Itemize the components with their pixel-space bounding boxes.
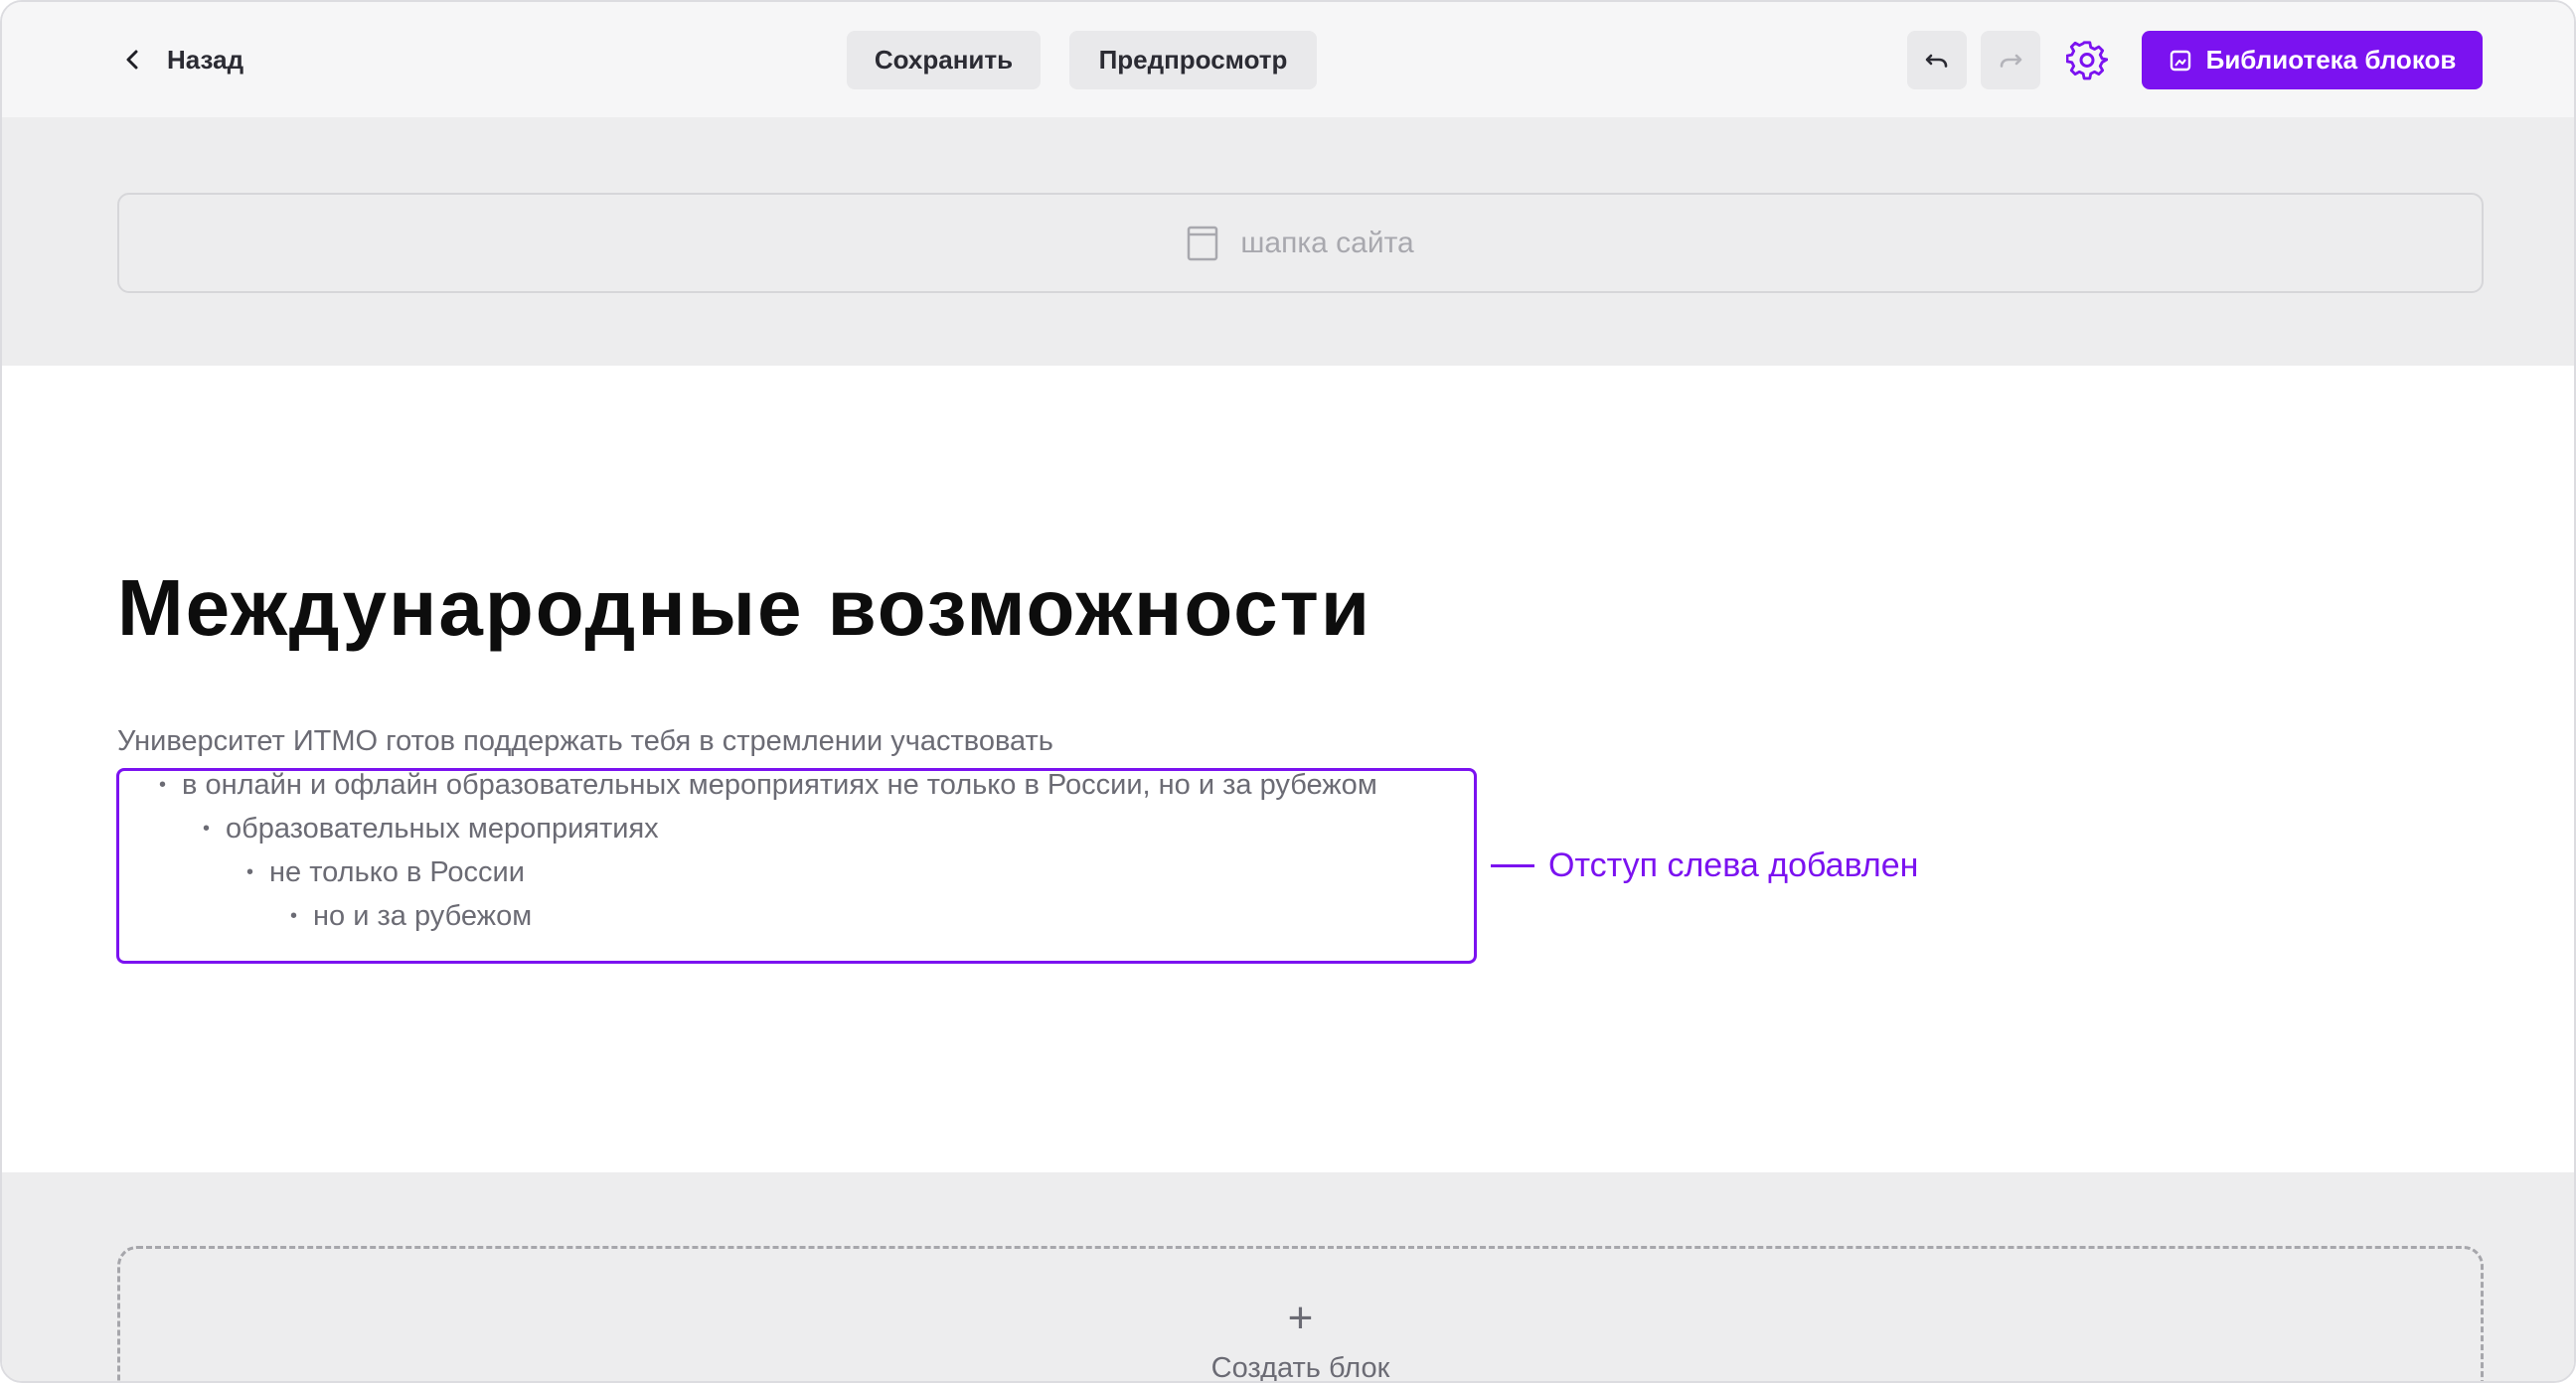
save-button[interactable]: Сохранить	[847, 31, 1041, 89]
chevron-left-icon	[126, 50, 138, 70]
back-button[interactable]: Назад	[121, 38, 243, 81]
redo-icon	[2000, 54, 2022, 68]
list-item[interactable]: • в онлайн и офлайн образовательных меро…	[159, 769, 1377, 802]
plus-icon: +	[1287, 1294, 1314, 1342]
list-item-text: образовательных мероприятиях	[226, 813, 659, 845]
undo-button[interactable]	[1907, 31, 1967, 89]
undo-icon	[1925, 54, 1948, 68]
bottom-area: + Создать блок	[2, 1172, 2574, 1383]
list-item[interactable]: • но и за рубежом	[290, 900, 532, 933]
list-item-text: в онлайн и офлайн образовательных меропр…	[182, 769, 1377, 801]
intro-text[interactable]: Университет ИТМО готов поддержать тебя в…	[117, 725, 1053, 758]
bullet-icon: •	[246, 861, 254, 883]
gear-icon[interactable]	[2066, 40, 2108, 81]
header-area: шапка сайта	[2, 117, 2574, 366]
toolbar: Назад Сохранить Предпросмотр Библиотека …	[2, 2, 2574, 117]
create-block-button[interactable]: + Создать блок	[117, 1246, 2484, 1383]
site-header-placeholder[interactable]: шапка сайта	[117, 193, 2484, 293]
preview-button[interactable]: Предпросмотр	[1069, 31, 1317, 89]
list-item[interactable]: • образовательных мероприятиях	[203, 813, 659, 845]
back-label: Назад	[167, 44, 244, 75]
list-item[interactable]: • не только в России	[246, 856, 525, 889]
page-icon	[1188, 226, 1218, 260]
bullet-icon: •	[159, 774, 167, 796]
annotation-text: Отступ слева добавлен	[1548, 846, 1919, 884]
block-library-label: Библиотека блоков	[2205, 45, 2457, 75]
list-item-text: не только в России	[269, 856, 525, 888]
create-block-label: Создать блок	[1210, 1352, 1390, 1383]
redo-button[interactable]	[1981, 31, 2040, 89]
bullet-icon: •	[203, 818, 211, 840]
annotation-line	[1491, 864, 1534, 867]
image-icon	[2170, 50, 2190, 71]
site-header-label: шапка сайта	[1240, 226, 1414, 259]
content-block: Международные возможности Университет ИТ…	[2, 366, 2574, 1172]
bullet-icon: •	[290, 905, 298, 927]
list-item-text: но и за рубежом	[313, 900, 533, 932]
indent-annotation: Отступ слева добавлен	[1491, 846, 1918, 885]
page-title[interactable]: Международные возможности	[117, 562, 1371, 654]
block-library-button[interactable]: Библиотека блоков	[2142, 31, 2483, 89]
editor-window: Назад Сохранить Предпросмотр Библиотека …	[0, 0, 2576, 1383]
